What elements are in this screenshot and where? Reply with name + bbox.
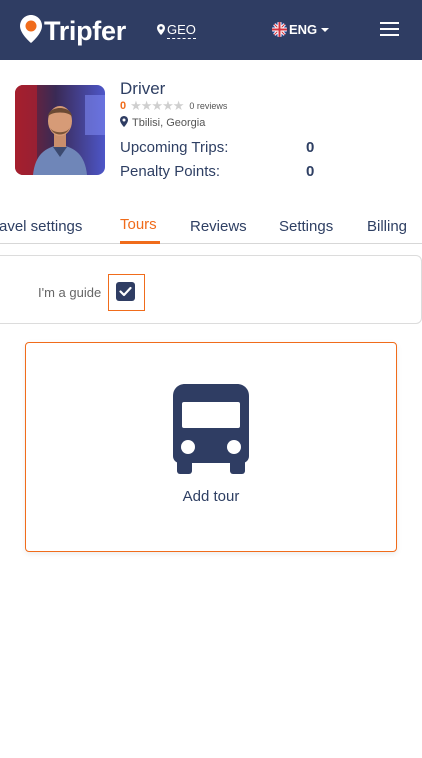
add-tour-label: Add tour xyxy=(182,488,240,505)
map-marker-icon xyxy=(120,116,128,130)
star-rating-icon: ★★★★★ xyxy=(130,98,184,113)
bus-icon xyxy=(173,384,249,479)
brand-name: Tripfer xyxy=(44,16,126,46)
chevron-down-icon xyxy=(321,27,330,32)
language-selector[interactable]: ENG xyxy=(272,22,330,37)
upcoming-trips-value: 0 xyxy=(306,139,315,156)
map-marker-icon xyxy=(157,23,165,38)
region-selector[interactable]: GEO xyxy=(157,22,196,39)
map-pin-logo-icon xyxy=(20,15,42,48)
checkmark-icon xyxy=(119,286,132,297)
guide-checkbox[interactable] xyxy=(116,282,135,301)
location-text: Tbilisi, Georgia xyxy=(132,117,206,129)
tab-settings[interactable]: Settings xyxy=(279,218,333,235)
avatar xyxy=(15,85,105,175)
hamburger-menu-icon[interactable] xyxy=(380,22,399,37)
profile-tabs: avel settings Tours Reviews Settings Bil… xyxy=(0,210,422,244)
upcoming-trips-label: Upcoming Trips: xyxy=(120,139,229,156)
penalty-points-value: 0 xyxy=(306,163,315,180)
rating-row: 0 ★★★★★ 0 reviews xyxy=(120,98,227,114)
tab-billing[interactable]: Billing xyxy=(367,218,407,235)
location-row: Tbilisi, Georgia xyxy=(120,116,205,130)
tab-reviews[interactable]: Reviews xyxy=(190,218,247,235)
guide-checkbox-label: I'm a guide xyxy=(38,285,102,300)
rating-value: 0 xyxy=(120,100,127,112)
reviews-count[interactable]: 0 reviews xyxy=(189,101,227,111)
penalty-points-label: Penalty Points: xyxy=(120,163,221,180)
language-label: ENG xyxy=(289,22,318,37)
uk-flag-icon xyxy=(272,22,287,37)
tab-travel-settings[interactable]: avel settings xyxy=(0,218,82,235)
driver-name: Driver xyxy=(120,79,166,98)
region-label: GEO xyxy=(167,22,196,39)
tab-tours[interactable]: Tours xyxy=(120,216,157,233)
brand-logo[interactable]: Tripfer xyxy=(20,15,126,48)
top-navbar: Tripfer GEO ENG xyxy=(0,0,422,60)
active-tab-indicator xyxy=(120,241,160,244)
